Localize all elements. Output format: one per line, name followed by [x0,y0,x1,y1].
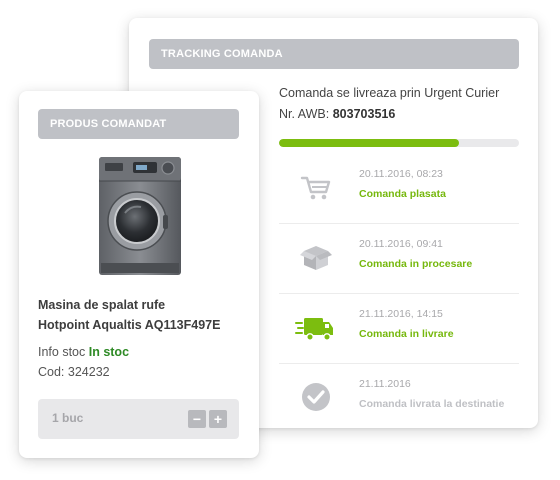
step-date: 21.11.2016, 14:15 [359,308,443,320]
tracking-header: TRACKING COMANDA [149,39,519,69]
decrease-quantity-button[interactable]: − [188,410,206,428]
product-name-line2: Hotpoint Aqualtis AQ113F497E [38,318,221,332]
quantity-stepper: 1 buc − + [38,399,239,439]
product-card: PRODUS COMANDAT Masina de spalat rufe Ho… [19,91,259,458]
code-label: Cod: [38,365,65,379]
awb-number: 803703516 [332,107,396,121]
delivery-info: Comanda se livreaza prin Urgent Curier [279,86,500,100]
checkmark-circle-icon [299,380,333,414]
step-date: 20.11.2016, 09:41 [359,238,443,250]
progress-bar [279,139,519,147]
stock-status: In stoc [88,345,130,359]
product-header: PRODUS COMANDAT [38,109,239,139]
step-status: Comanda plasata [359,188,446,200]
step-status: Comanda livrata la destinatie [359,398,505,410]
step-date: 20.11.2016, 08:23 [359,168,443,180]
step-date: 21.11.2016 [359,378,411,390]
delivery-truck-icon [295,310,335,344]
product-name-line1: Masina de spalat rufe [38,298,166,312]
code-value: 324232 [67,365,110,379]
tracking-step-processing: 20.11.2016, 09:41 Comanda in procesare [279,224,519,294]
awb-label: Nr. AWB: [279,107,330,121]
tracking-step-placed: 20.11.2016, 08:23 Comanda plasata [279,154,519,224]
tracking-step-delivering: 21.11.2016, 14:15 Comanda in livrare [279,294,519,364]
cart-icon [299,170,333,204]
washing-machine-icon [97,155,183,279]
product-code: Cod: 324232 [38,365,110,379]
increase-quantity-button[interactable]: + [209,410,227,428]
stock-info: Info stoc In stoc [38,345,129,359]
stock-label: Info stoc [38,345,86,359]
step-status: Comanda in procesare [359,258,473,270]
awb-line: Nr. AWB: 803703516 [279,107,395,121]
step-status: Comanda in livrare [359,328,454,340]
tracking-step-delivered: 21.11.2016 Comanda livrata la destinatie [279,364,519,434]
box-icon [299,240,333,274]
progress-fill [279,139,459,147]
product-name[interactable]: Masina de spalat rufe Hotpoint Aqualtis … [38,295,248,335]
quantity-value[interactable]: 1 buc [52,411,83,425]
